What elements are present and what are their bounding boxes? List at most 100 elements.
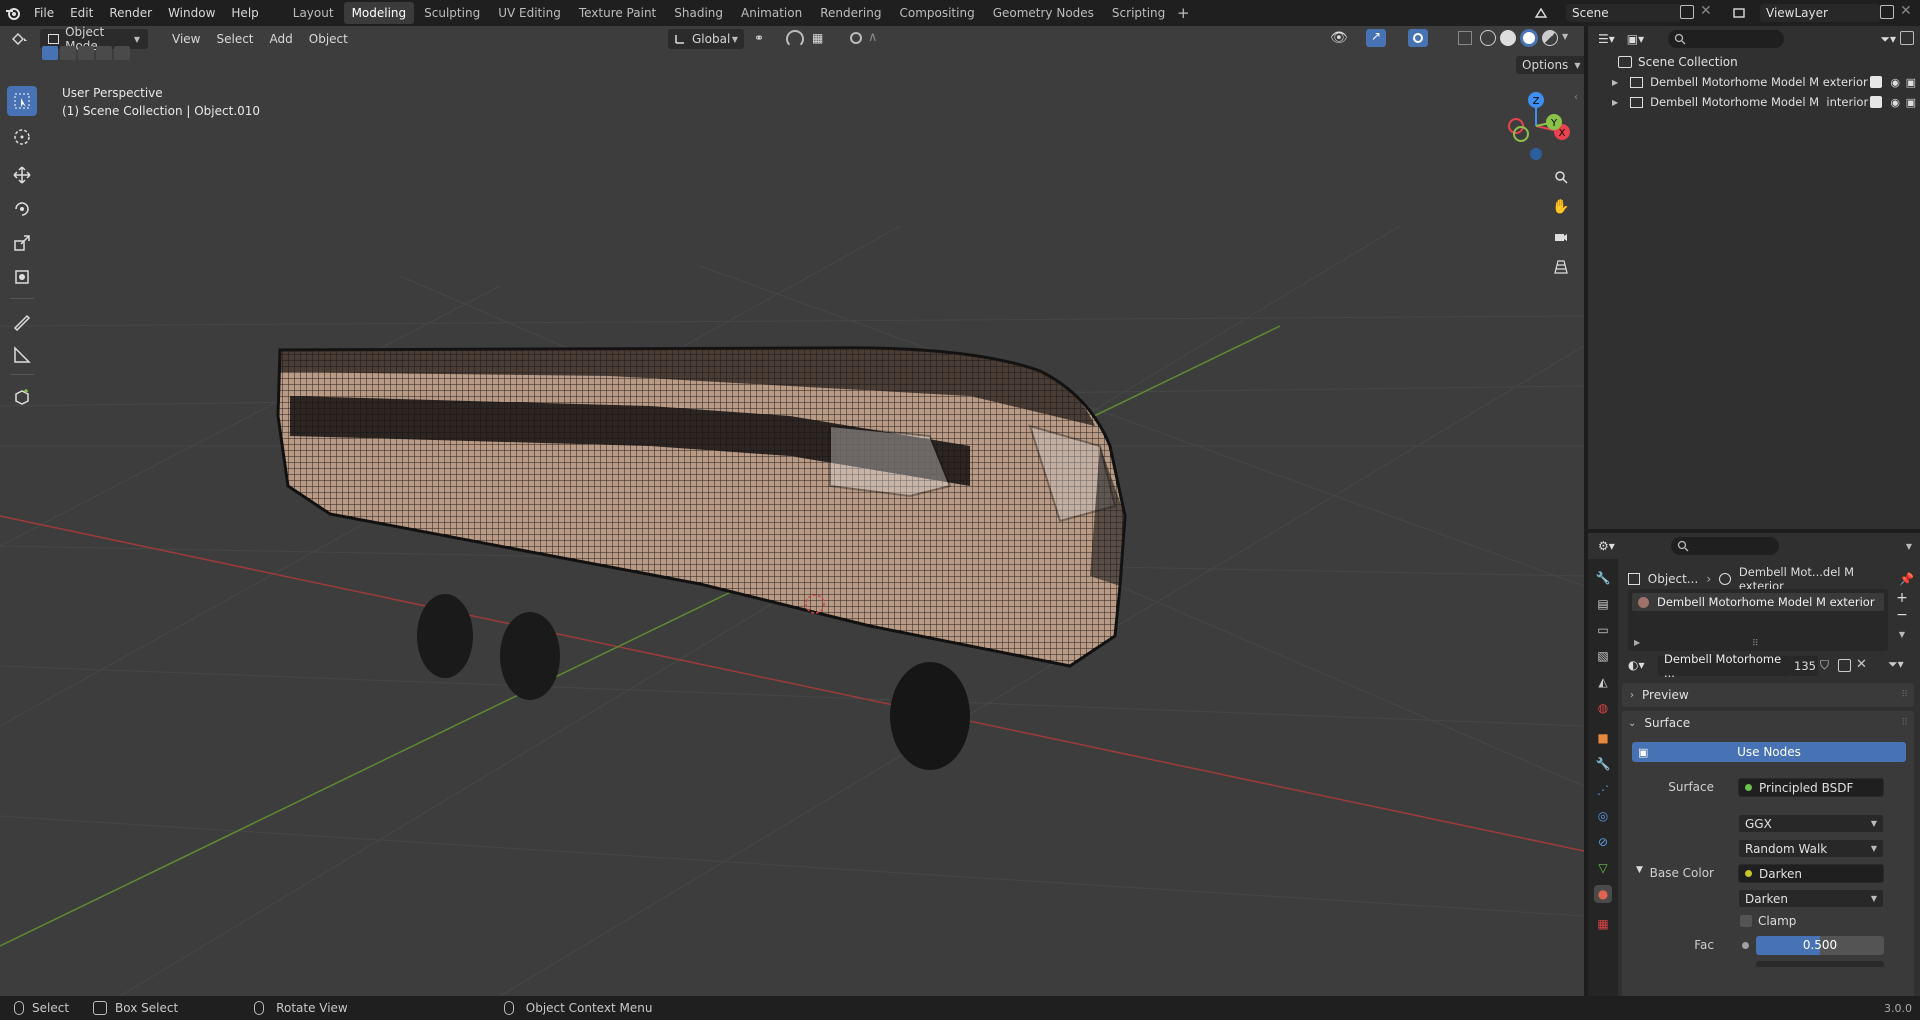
node-link-icon[interactable]: ⏷▾ xyxy=(1888,657,1904,672)
snap-target-icon[interactable]: ▦ xyxy=(812,31,823,45)
properties-search[interactable] xyxy=(1670,537,1779,555)
blend-mode-dropdown[interactable]: Darken ▼ xyxy=(1738,889,1884,908)
display-mode-icon[interactable]: ▣▾ xyxy=(1627,32,1644,46)
select-subtract-icon[interactable] xyxy=(78,46,94,60)
exclude-checkbox[interactable] xyxy=(1870,96,1882,108)
expand-arrow-icon[interactable]: ▶ xyxy=(1634,638,1640,647)
pivot-point-icon[interactable]: ⚭ xyxy=(754,31,778,47)
scale-tool[interactable] xyxy=(7,228,37,258)
material-slot-list[interactable]: Dembell Motorhome Model M exterior ▶ ⠿ xyxy=(1628,589,1888,651)
add-cube-tool[interactable] xyxy=(7,382,37,412)
select-invert-icon[interactable] xyxy=(96,46,112,60)
output-tab-icon[interactable]: ▭ xyxy=(1594,621,1612,639)
new-scene-icon[interactable] xyxy=(1680,5,1694,19)
expand-arrow-icon[interactable]: ▶ xyxy=(1612,98,1618,107)
distribution-dropdown[interactable]: GGX ▼ xyxy=(1738,814,1884,833)
modifier-tab-icon[interactable]: 🔧 xyxy=(1594,755,1612,773)
view-layer-name[interactable]: ViewLayer xyxy=(1760,4,1880,22)
material-name-field[interactable]: Dembell Motorhome ... xyxy=(1658,652,1792,680)
shading-wireframe-icon[interactable] xyxy=(1480,30,1496,46)
workspace-tab-sculpting[interactable]: Sculpting xyxy=(416,2,488,24)
workspace-tab-scripting[interactable]: Scripting xyxy=(1104,2,1173,24)
new-collection-icon[interactable] xyxy=(1900,31,1914,45)
navigation-gizmo[interactable]: Z X Y xyxy=(1496,86,1576,166)
duplicate-material-icon[interactable] xyxy=(1838,659,1851,672)
perspective-grid-icon[interactable] xyxy=(1548,254,1574,280)
surface-panel-header[interactable]: ⌄ Surface ⠿ xyxy=(1622,711,1914,735)
workspace-tab-layout[interactable]: Layout xyxy=(285,2,342,24)
fac-slider[interactable]: 0.500 xyxy=(1756,936,1884,955)
drag-handle-icon[interactable]: ⠿ xyxy=(1901,718,1908,728)
exclude-checkbox[interactable] xyxy=(1870,76,1882,88)
overlay-toggle-icon[interactable] xyxy=(1408,29,1428,47)
pan-hand-icon[interactable]: ✋ xyxy=(1548,194,1574,220)
select-box-tool[interactable] xyxy=(7,86,37,116)
filter-icon[interactable]: ⏷▾ xyxy=(1880,32,1896,47)
camera-render-icon[interactable]: ▣ xyxy=(1906,96,1916,109)
world-tab-icon[interactable]: ◍ xyxy=(1594,699,1612,717)
shading-rendered-icon[interactable] xyxy=(1542,30,1558,46)
chevron-down-icon[interactable]: ▼ xyxy=(1562,32,1568,41)
render-tab-icon[interactable]: ▤ xyxy=(1594,595,1612,613)
workspace-tab-animation[interactable]: Animation xyxy=(733,2,810,24)
view-layer-selector[interactable]: ViewLayer xyxy=(1724,3,1894,23)
motorhome-mesh[interactable] xyxy=(270,336,1130,776)
scene-selector[interactable]: Scene xyxy=(1526,3,1686,23)
select-intersect-icon[interactable] xyxy=(114,46,130,60)
visibility-icon[interactable]: 👁 xyxy=(1330,30,1348,46)
menu-help[interactable]: Help xyxy=(223,0,266,26)
workspace-tab-uv-editing[interactable]: UV Editing xyxy=(490,2,569,24)
annotate-tool[interactable] xyxy=(7,306,37,336)
scene-name[interactable]: Scene xyxy=(1566,4,1681,22)
sidebar-collapse-icon[interactable]: ‹ xyxy=(1574,92,1578,103)
editor-type-icon[interactable] xyxy=(0,32,40,46)
transform-tool[interactable] xyxy=(7,262,37,292)
user-count[interactable]: 135 xyxy=(1792,656,1818,676)
object-tab-icon[interactable]: ■ xyxy=(1594,729,1612,747)
outliner-search[interactable] xyxy=(1668,30,1785,48)
resize-handle-icon[interactable]: ⠿ xyxy=(1752,639,1759,649)
viewport-menu-view[interactable]: View xyxy=(164,32,208,46)
material-tab-icon[interactable]: ● xyxy=(1594,885,1612,903)
workspace-tab-texture-paint[interactable]: Texture Paint xyxy=(571,2,664,24)
new-view-layer-icon[interactable] xyxy=(1880,5,1894,19)
workspace-tab-modeling[interactable]: Modeling xyxy=(343,2,415,24)
expand-arrow-icon[interactable]: ▶ xyxy=(1612,78,1618,87)
falloff-icon[interactable]: ∧ xyxy=(868,30,878,45)
workspace-tab-rendering[interactable]: Rendering xyxy=(812,2,889,24)
add-workspace-icon[interactable]: + xyxy=(1173,4,1193,22)
base-color-field[interactable]: Darken xyxy=(1738,864,1884,883)
scene-tab-icon[interactable]: ◭ xyxy=(1594,673,1612,691)
texture-tab-icon[interactable]: ▦ xyxy=(1594,915,1612,933)
menu-edit[interactable]: Edit xyxy=(62,0,101,26)
shading-material-icon[interactable] xyxy=(1520,29,1538,47)
pin-icon[interactable]: 📌 xyxy=(1899,572,1914,586)
clamp-checkbox[interactable]: Clamp xyxy=(1740,914,1796,928)
properties-editor-icon[interactable]: ⚙▾ xyxy=(1598,539,1615,553)
outliner-item[interactable]: ▶ Dembell Motorhome Model M interior ◉ ▣ xyxy=(1588,92,1920,112)
gizmo-toggle-icon[interactable]: ↗ xyxy=(1366,29,1386,47)
workspace-tab-geometry-nodes[interactable]: Geometry Nodes xyxy=(985,2,1102,24)
slot-specials-icon[interactable]: ▼ xyxy=(1892,630,1912,639)
move-tool[interactable] xyxy=(7,160,37,190)
blender-logo-icon[interactable] xyxy=(0,0,26,26)
eye-icon[interactable]: ◉ xyxy=(1890,96,1900,109)
delete-scene-icon[interactable]: ✕ xyxy=(1700,3,1712,19)
subsurface-method-dropdown[interactable]: Random Walk ▼ xyxy=(1738,839,1884,858)
xray-icon[interactable] xyxy=(1458,31,1472,45)
preview-panel-header[interactable]: › Preview ⠿ xyxy=(1622,683,1914,707)
proportional-edit-icon[interactable] xyxy=(850,32,862,44)
menu-file[interactable]: File xyxy=(26,0,62,26)
select-new-icon[interactable] xyxy=(42,46,58,60)
tool-tab-icon[interactable]: 🔧 xyxy=(1594,569,1612,587)
select-extend-icon[interactable] xyxy=(60,46,76,60)
menu-window[interactable]: Window xyxy=(160,0,223,26)
camera-icon[interactable] xyxy=(1548,224,1574,250)
remove-slot-button[interactable]: − xyxy=(1892,607,1912,625)
unlink-material-icon[interactable]: ✕ xyxy=(1856,657,1867,672)
camera-render-icon[interactable]: ▣ xyxy=(1906,76,1916,89)
surface-shader-field[interactable]: Principled BSDF xyxy=(1738,778,1884,797)
outliner-root[interactable]: Scene Collection xyxy=(1588,52,1920,72)
chevron-down-icon[interactable]: ▼ xyxy=(1906,542,1912,551)
eye-icon[interactable]: ◉ xyxy=(1890,76,1900,89)
